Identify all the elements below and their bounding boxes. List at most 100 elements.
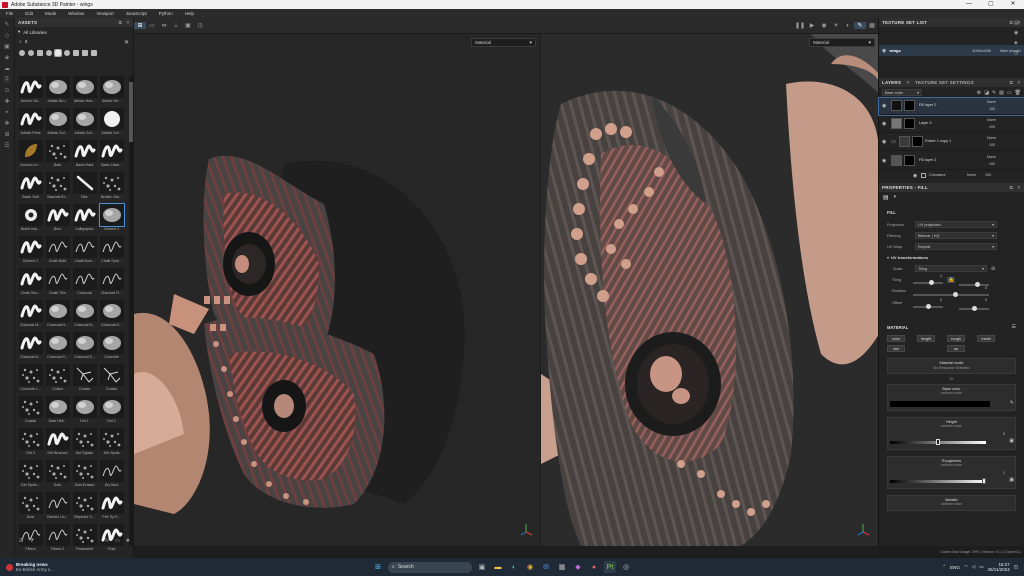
layer-opacity[interactable]: 100 — [989, 125, 995, 129]
close-panel-icon[interactable]: ✕ — [126, 20, 130, 26]
filter-icon[interactable]: ⧩ — [29, 538, 33, 544]
color-picker-icon[interactable]: ⌖ — [3, 109, 12, 117]
picker-icon[interactable]: ⊙ — [3, 87, 12, 95]
assets-scrollbar[interactable] — [129, 76, 133, 546]
camera-icon[interactable]: ◉ — [818, 22, 830, 29]
add-group-icon[interactable]: ▭ — [1007, 90, 1012, 96]
channel-color-button[interactable]: color — [887, 335, 905, 342]
shader-settings-icon[interactable]: ◉ — [1014, 30, 1024, 36]
viewport-2d[interactable]: Material ▾ — [540, 34, 878, 546]
chevron-down-icon[interactable]: ▾ — [887, 255, 889, 260]
grid-view-icon[interactable]: ⊞ — [134, 22, 146, 29]
asset-item[interactable]: Charcoal M... — [17, 300, 44, 332]
close-panel-icon[interactable]: ✕ — [1017, 185, 1021, 191]
asset-item[interactable]: Chalk Thin — [44, 268, 71, 300]
asset-item[interactable]: Autumn Le... — [17, 140, 44, 172]
asset-item[interactable]: Artistic Sof... — [98, 108, 125, 140]
tab-texture-set-settings[interactable]: TEXTURE SET SETTINGS — [915, 80, 974, 85]
display-settings-icon[interactable]: ▤ — [1014, 20, 1024, 26]
texture-set-row[interactable]: ◉ wings 4096x4096 Main shader — [879, 45, 1024, 56]
offset-x-slider[interactable] — [913, 304, 943, 309]
height-slot[interactable]: Height uniform color 0 ▣ — [887, 417, 1016, 450]
asset-item[interactable]: Artistic Point — [17, 108, 44, 140]
clock-date[interactable]: 26/11/2024 — [988, 567, 1010, 572]
viewport-3d[interactable]: Material ▾ — [134, 34, 540, 546]
asset-item[interactable]: Basic Soft — [17, 172, 44, 204]
effect-blend[interactable]: Norm — [967, 173, 976, 177]
folder-icon[interactable]: ▭ — [115, 538, 120, 544]
asset-item[interactable]: Calligraphic — [71, 204, 98, 236]
add-fill-layer-icon[interactable]: ▧ — [999, 90, 1004, 96]
asset-item[interactable]: Electric Lin... — [44, 492, 71, 524]
paint-brush-icon[interactable]: ✎ — [3, 21, 12, 29]
asset-item[interactable]: Cement 2 — [17, 236, 44, 268]
filter-brushes-icon[interactable] — [54, 48, 62, 57]
projection-mode-icon[interactable]: ◐ — [842, 23, 854, 29]
rotation-slider[interactable] — [913, 292, 989, 297]
roughness-slider[interactable] — [890, 478, 986, 484]
eyedropper-icon[interactable]: ✎ — [1010, 400, 1014, 406]
bake-icon[interactable]: ❖ — [3, 120, 12, 128]
undock-icon[interactable]: ⧉ — [1010, 185, 1013, 191]
render-icon[interactable]: ▶ — [806, 22, 818, 29]
maximize-button[interactable]: ▢ — [980, 0, 1002, 9]
smudge-icon[interactable]: ☁ — [3, 65, 12, 73]
edge-browser-icon[interactable]: ◐ — [508, 561, 520, 573]
add-asset-icon[interactable]: ✚ — [126, 538, 130, 544]
asset-item[interactable]: Artistic Bru... — [44, 76, 71, 108]
tiling-slider[interactable] — [913, 280, 943, 285]
asset-item[interactable]: Chalk Spre... — [98, 236, 125, 268]
language-indicator[interactable]: ENG — [950, 565, 960, 570]
roughness-slot[interactable]: Roughness uniform color 1 ▣ — [887, 456, 1016, 489]
split-view-icon[interactable]: ⇹ — [158, 22, 170, 29]
polygon-fill-icon[interactable]: ◈ — [3, 54, 12, 62]
close-tab-icon[interactable]: ✕ — [906, 80, 910, 86]
asset-item[interactable]: Artistic Hea... — [71, 76, 98, 108]
metallic-slot[interactable]: Metallic uniform color — [887, 495, 1016, 511]
channel-height-button[interactable]: height — [917, 335, 935, 342]
mail-icon[interactable]: ✉ — [540, 561, 552, 573]
material-tab-icon[interactable]: ◑ — [893, 194, 897, 200]
asset-item[interactable]: Basic Hard... — [98, 140, 125, 172]
blend-mode[interactable]: Norm — [987, 100, 996, 104]
channel-dropdown[interactable]: Base color ▾ — [882, 89, 922, 96]
screenshot-icon[interactable]: ▦ — [866, 22, 878, 29]
filter-textures-icon[interactable] — [37, 49, 43, 56]
visibility-eye-icon[interactable]: ◉ — [882, 158, 886, 164]
asset-item[interactable]: Dirt 1 — [71, 396, 98, 428]
measure-icon[interactable]: ⊞ — [3, 131, 12, 139]
lighting-icon[interactable]: ☀ — [830, 22, 842, 29]
frame-icon[interactable]: ▣ — [182, 22, 194, 29]
filter-particles-icon[interactable] — [64, 49, 70, 56]
asset-item[interactable]: Artistic Sof... — [71, 108, 98, 140]
asset-item[interactable]: Dirt Splash — [71, 428, 98, 460]
bake-icon[interactable]: ◈ — [1014, 40, 1024, 46]
asset-item[interactable]: Cotton — [44, 364, 71, 396]
wifi-icon[interactable]: ◠ — [964, 564, 968, 570]
history-icon[interactable]: ◷ — [1014, 50, 1024, 56]
pause-icon[interactable]: ❚❚ — [794, 22, 806, 29]
asset-item[interactable]: Chalk Bum... — [71, 236, 98, 268]
asset-item[interactable]: Cement 1 — [98, 203, 125, 236]
minimize-button[interactable]: — — [958, 0, 980, 9]
volume-icon[interactable]: ◁ — [972, 564, 975, 570]
asset-item[interactable]: Blur — [71, 172, 98, 204]
asset-item[interactable]: Dry Mud — [98, 460, 125, 492]
substance-painter-taskbar-icon[interactable]: Pt — [604, 561, 616, 573]
windows-start-icon[interactable]: ⊞ — [372, 561, 384, 573]
asset-item[interactable]: Chalk Stro... — [17, 268, 44, 300]
effect-row[interactable]: ◉ Curvature Norm 100 — [879, 171, 1024, 181]
visibility-eye-icon[interactable]: ◉ — [882, 103, 886, 109]
asset-item[interactable]: Burn — [44, 204, 71, 236]
fill-tab-icon[interactable]: ▤ — [883, 194, 889, 201]
asset-item[interactable]: Dirt 2 — [98, 396, 125, 428]
asset-item[interactable]: Artistic He... — [98, 76, 125, 108]
library-selector[interactable]: ▾ All Libraries — [15, 27, 133, 37]
shelf-icon[interactable]: ☰ — [3, 142, 12, 150]
filter-environments-icon[interactable] — [82, 49, 88, 56]
chrome-icon[interactable]: ◉ — [524, 561, 536, 573]
blend-mode[interactable]: Norm — [987, 136, 996, 140]
layer-row[interactable]: ◉ Fill layer 2 Norm 100 — [878, 97, 1024, 116]
viewport-2d-channel-dropdown[interactable]: Material ▾ — [809, 38, 875, 47]
menu-viewport[interactable]: Viewport — [90, 11, 119, 16]
